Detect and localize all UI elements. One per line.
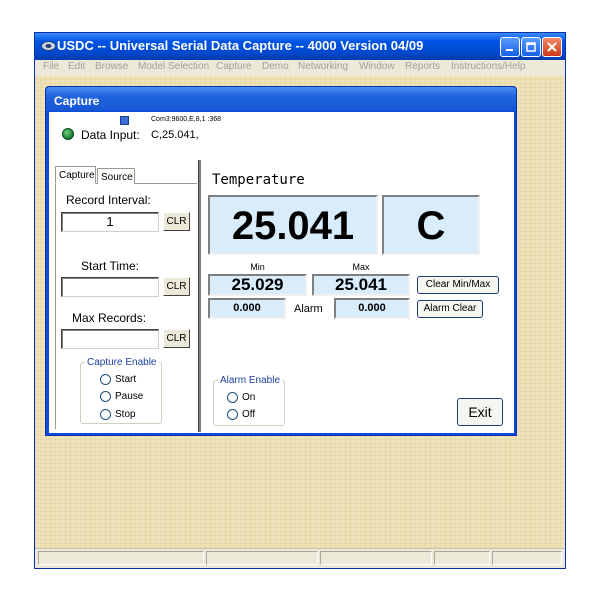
start-time-clr-button[interactable]: CLR (163, 277, 190, 296)
menu-window[interactable]: Window (359, 61, 395, 72)
radio-button-icon (227, 409, 238, 420)
temperature-value-display: 25.041 (208, 195, 378, 255)
tab-source[interactable]: Source (97, 168, 135, 184)
measurement-label: Temperature (212, 172, 305, 188)
alarm-low-setpoint[interactable]: 0.000 (208, 298, 286, 319)
menu-instructions-help[interactable]: Instructions/Help (451, 61, 525, 72)
capture-title-bar[interactable] (46, 87, 516, 111)
radio-label: Pause (115, 391, 144, 402)
data-input-value: C,25.041, (151, 129, 199, 141)
radio-label: Off (242, 409, 256, 420)
capture-window-title: Capture (54, 94, 100, 108)
window-title: USDC -- Universal Serial Data Capture --… (57, 38, 424, 53)
start-time-input[interactable] (61, 277, 159, 297)
maximize-button[interactable] (521, 37, 541, 57)
menu-demo[interactable]: Demo (262, 61, 289, 72)
radio-button-icon (100, 391, 111, 402)
record-interval-label: Record Interval: (66, 193, 151, 207)
alarm-on-radio[interactable]: On (227, 392, 255, 403)
capture-stop-radio[interactable]: Stop (100, 409, 136, 420)
menu-edit[interactable]: Edit (68, 61, 85, 72)
menu-capture[interactable]: Capture (216, 61, 252, 72)
menu-file[interactable]: File (43, 61, 59, 72)
port-icon (120, 116, 129, 125)
capture-enable-title: Capture Enable (85, 357, 159, 368)
temperature-unit-display: C (382, 195, 480, 255)
record-interval-clr-button[interactable]: CLR (163, 212, 190, 231)
max-value-display: 25.041 (312, 274, 410, 296)
max-records-label: Max Records: (72, 311, 147, 325)
menu-reports[interactable]: Reports (405, 61, 440, 72)
alarm-clear-button[interactable]: Alarm Clear (417, 300, 483, 318)
clear-min-max-button[interactable]: Clear Min/Max (417, 276, 499, 294)
radio-button-icon (100, 409, 111, 420)
radio-button-icon (227, 392, 238, 403)
close-icon (547, 42, 557, 52)
status-pane (434, 551, 490, 565)
menu-browse[interactable]: Browse (95, 61, 128, 72)
menu-networking[interactable]: Networking (298, 61, 348, 72)
max-label: Max (352, 262, 370, 272)
maximize-icon (526, 42, 536, 52)
tab-capture[interactable]: Capture (55, 166, 96, 184)
app-icon (41, 41, 56, 51)
panel-divider[interactable] (198, 160, 201, 432)
status-pane (38, 551, 204, 565)
alarm-label: Alarm (294, 303, 323, 315)
menu-model-selection[interactable]: Model Selection (138, 61, 209, 72)
data-input-label: Data Input: (81, 128, 140, 142)
alarm-enable-title: Alarm Enable (218, 375, 283, 386)
capture-start-radio[interactable]: Start (100, 374, 136, 385)
radio-label: On (242, 392, 256, 403)
max-records-clr-button[interactable]: CLR (163, 329, 190, 348)
radio-label: Stop (115, 409, 136, 420)
radio-button-icon (100, 374, 111, 385)
status-pane (320, 551, 432, 565)
status-pane (492, 551, 562, 565)
alarm-high-setpoint[interactable]: 0.000 (334, 298, 410, 319)
close-button[interactable] (542, 37, 562, 57)
minimize-icon (506, 49, 513, 51)
min-label: Min (250, 262, 265, 272)
exit-button[interactable]: Exit (457, 398, 503, 426)
alarm-off-radio[interactable]: Off (227, 409, 255, 420)
capture-pause-radio[interactable]: Pause (100, 391, 143, 402)
minimize-button[interactable] (500, 37, 520, 57)
record-interval-input[interactable]: 1 (61, 212, 159, 232)
max-records-input[interactable] (61, 329, 159, 349)
status-led-icon (62, 128, 74, 140)
start-time-label: Start Time: (81, 259, 140, 273)
radio-label: Start (115, 374, 137, 385)
min-value-display: 25.029 (208, 274, 307, 296)
com-port-settings: Com3:9600,E,8,1 :368 (151, 116, 222, 123)
status-pane (206, 551, 318, 565)
